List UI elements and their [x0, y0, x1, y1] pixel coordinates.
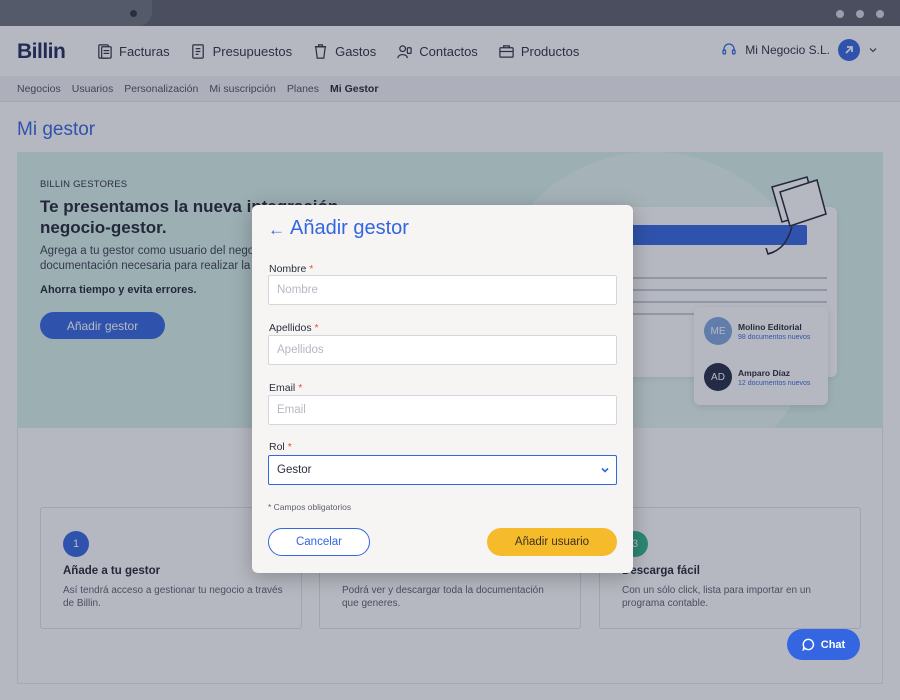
apellidos-input[interactable] [268, 335, 617, 365]
rol-select[interactable]: Gestor [268, 455, 617, 485]
nombre-label: Nombre * [269, 263, 313, 275]
required-mark: * [298, 382, 303, 394]
required-mark: * [314, 322, 319, 334]
chevron-down-icon[interactable] [600, 465, 610, 475]
email-input[interactable] [268, 395, 617, 425]
label-text: Rol [269, 441, 285, 453]
back-arrow-icon[interactable]: ← [268, 220, 285, 240]
label-text: Apellidos [269, 322, 312, 334]
chat-label: Chat [820, 638, 846, 651]
add-user-button[interactable]: Añadir usuario [487, 528, 617, 556]
required-mark: * [287, 441, 292, 453]
required-mark: * [309, 263, 314, 275]
email-label: Email * [269, 382, 302, 394]
chat-button[interactable]: Chat [787, 629, 860, 660]
cancel-button[interactable]: Cancelar [268, 528, 370, 556]
modal-title: Añadir gestor [290, 217, 409, 239]
required-fields-note: * Campos obligatorios [268, 502, 352, 512]
apellidos-label: Apellidos * [269, 322, 319, 334]
label-text: Nombre [269, 263, 307, 275]
rol-label: Rol * [269, 441, 292, 453]
chat-bubble-icon [802, 638, 814, 651]
label-text: Email [269, 382, 296, 394]
rol-value: Gestor [277, 464, 312, 476]
add-manager-modal: ← Añadir gestor Nombre * Apellidos * Ema… [252, 205, 633, 573]
nombre-input[interactable] [268, 275, 617, 305]
